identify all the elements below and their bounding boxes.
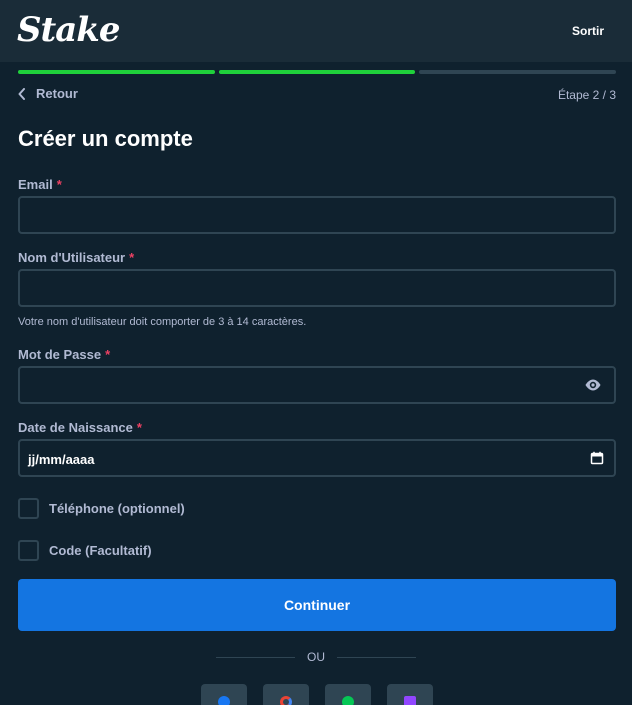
code-checkbox-box[interactable] <box>18 540 39 561</box>
twitch-icon <box>404 696 416 705</box>
username-label-text: Nom d'Utilisateur <box>18 250 126 265</box>
phone-checkbox-box[interactable] <box>18 498 39 519</box>
continue-button[interactable]: Continuer <box>18 579 616 631</box>
facebook-icon <box>218 696 230 705</box>
chevron-left-icon <box>18 87 26 100</box>
email-label-text: Email <box>18 177 53 192</box>
or-divider: OU <box>216 650 416 664</box>
dob-field[interactable]: jj/mm/aaaa <box>18 439 616 477</box>
username-hint: Votre nom d'utilisateur doit comporter d… <box>18 316 307 328</box>
password-input[interactable] <box>20 368 614 402</box>
step-progress-bar <box>18 70 617 74</box>
password-label: Mot de Passe * <box>18 347 110 362</box>
progress-segment-2 <box>218 70 416 74</box>
username-input[interactable] <box>20 271 614 305</box>
code-checkbox-label: Code (Facultatif) <box>49 543 152 558</box>
page-title: Créer un compte <box>18 126 193 151</box>
header: Stake Sortir <box>0 0 632 62</box>
divider-line-left <box>216 656 295 658</box>
step-indicator: Étape 2 / 3 <box>557 88 616 102</box>
required-mark: * <box>129 250 135 265</box>
google-login-button[interactable] <box>263 684 309 705</box>
back-label: Retour <box>36 86 78 101</box>
line-icon <box>342 696 354 705</box>
progress-segment-3 <box>419 70 617 74</box>
progress-segment-1 <box>18 70 215 74</box>
username-label: Nom d'Utilisateur * <box>18 250 134 265</box>
dob-label: Date de Naissance * <box>18 420 142 435</box>
stake-logo: Stake <box>17 10 120 50</box>
or-label: OU <box>307 650 325 664</box>
phone-optional-checkbox[interactable]: Téléphone (optionnel) <box>18 498 185 519</box>
username-field[interactable] <box>18 269 616 307</box>
email-label: Email * <box>18 177 62 192</box>
divider-line-right <box>337 656 416 658</box>
facebook-login-button[interactable] <box>201 684 247 705</box>
required-mark: * <box>56 177 62 192</box>
email-field[interactable] <box>18 196 616 234</box>
password-field[interactable] <box>18 366 616 404</box>
exit-button[interactable]: Sortir <box>572 24 604 38</box>
required-mark: * <box>136 420 142 435</box>
calendar-icon[interactable] <box>590 451 604 470</box>
required-mark: * <box>105 347 111 362</box>
line-login-button[interactable] <box>325 684 371 705</box>
twitch-login-button[interactable] <box>387 684 433 705</box>
back-button[interactable]: Retour <box>18 86 78 101</box>
code-optional-checkbox[interactable]: Code (Facultatif) <box>18 540 152 561</box>
signup-modal: Stake Sortir Retour Étape 2 / 3 Créer un… <box>0 0 632 705</box>
eye-icon[interactable] <box>584 378 602 397</box>
google-icon <box>280 696 292 705</box>
dob-placeholder: jj/mm/aaaa <box>28 452 95 467</box>
phone-checkbox-label: Téléphone (optionnel) <box>49 501 185 516</box>
dob-label-text: Date de Naissance <box>18 420 133 435</box>
email-input[interactable] <box>20 198 614 232</box>
password-label-text: Mot de Passe <box>18 347 102 362</box>
